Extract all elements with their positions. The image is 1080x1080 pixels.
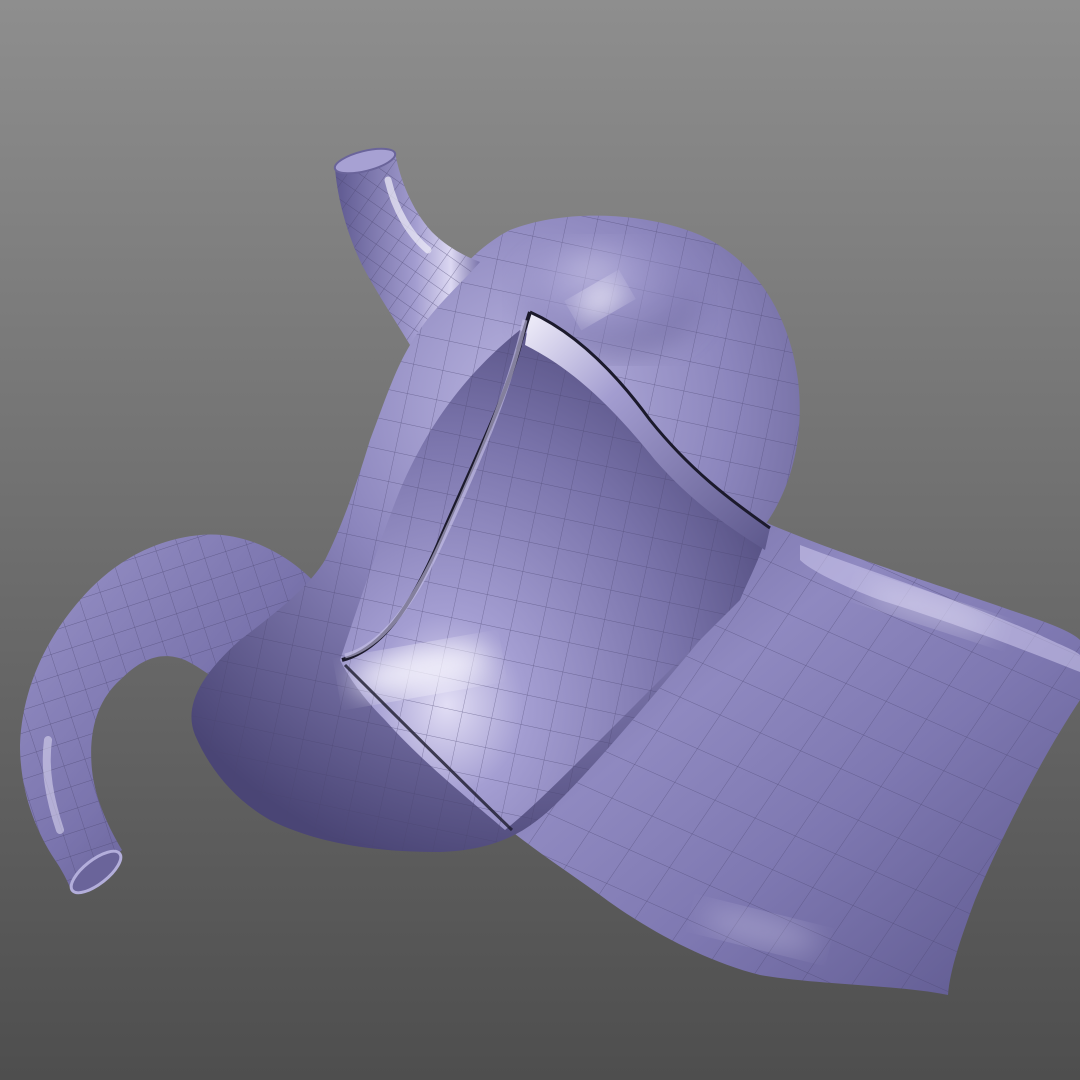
stomach-model-render[interactable] xyxy=(0,0,1080,1080)
3d-viewport[interactable] xyxy=(0,0,1080,1080)
